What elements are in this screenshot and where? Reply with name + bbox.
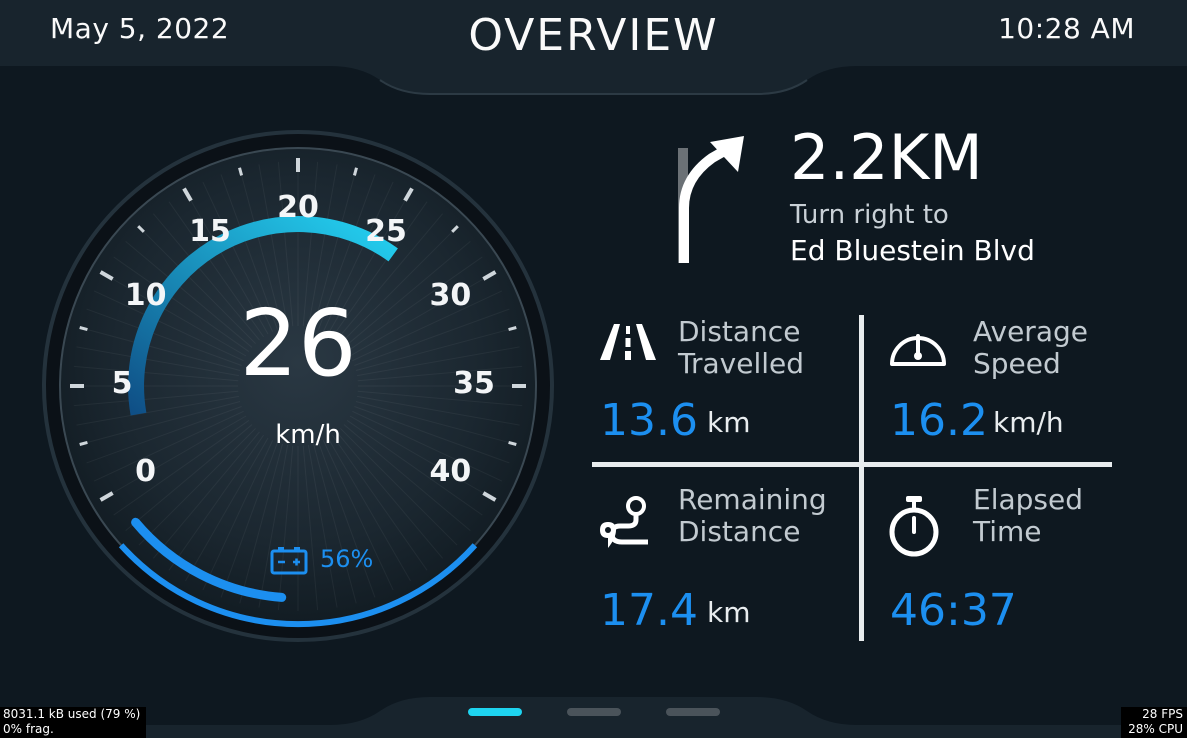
label-line2: Distance <box>678 515 801 548</box>
remaining-distance-value: 17.4 <box>600 585 698 636</box>
gauge-tick-label: 30 <box>429 278 472 313</box>
turn-right-arrow-icon <box>678 136 744 263</box>
route-icon <box>600 496 648 548</box>
gauge-minor-tick <box>238 167 244 176</box>
gauge-tick-label: 0 <box>135 454 157 489</box>
speed-unit: km/h <box>275 420 341 450</box>
gauge-minor-tick <box>508 326 517 332</box>
memory-frag: 0% frag. <box>3 722 54 736</box>
gauge-tick-label: 10 <box>124 278 167 313</box>
gauge-tick-label: 35 <box>453 366 495 401</box>
perf-monitor-memory: 8031.1 kB used (79 %) 0% frag. <box>0 707 146 738</box>
label-line1: Remaining <box>678 483 827 516</box>
speed-value: 26 <box>239 290 357 397</box>
gauge-icon <box>890 334 946 366</box>
nav-instruction: Turn right to <box>790 200 949 230</box>
remaining-distance-unit: km <box>707 596 751 629</box>
label-line1: Elapsed <box>973 483 1083 516</box>
label-line1: Average <box>973 315 1088 348</box>
gauge-tick-label: 15 <box>189 213 231 249</box>
gauge-minor-tick <box>352 167 358 176</box>
page-indicator-1[interactable] <box>468 708 522 716</box>
gauge-tick-label: 25 <box>365 213 407 249</box>
road-icon <box>600 324 656 360</box>
elapsed-time-value: 46:37 <box>890 585 1017 636</box>
gauge-tick-label: 20 <box>277 190 319 225</box>
distance-travelled-value: 13.6 <box>600 395 698 446</box>
average-speed-value: 16.2 <box>890 395 988 446</box>
elapsed-time-label: Elapsed Time <box>973 484 1163 548</box>
stopwatch-icon <box>889 496 939 557</box>
distance-travelled-label: Distance Travelled <box>678 316 868 380</box>
nav-street: Ed Bluestein Blvd <box>790 234 1035 267</box>
remaining-distance-label: Remaining Distance <box>678 484 868 548</box>
label-line2: Speed <box>973 347 1061 380</box>
label-line2: Travelled <box>678 347 805 380</box>
time-label: 10:28 AM <box>998 12 1135 45</box>
perf-monitor-cpu: 28 FPS 28% CPU <box>1121 707 1187 738</box>
page-indicator-2[interactable] <box>567 708 621 716</box>
page-indicator-3[interactable] <box>666 708 720 716</box>
average-speed-label: Average Speed <box>973 316 1163 380</box>
label-line2: Time <box>973 515 1042 548</box>
memory-usage: 8031.1 kB used (79 %) <box>3 707 141 721</box>
gauge-minor-tick <box>79 440 88 446</box>
gauge-minor-tick <box>79 326 88 332</box>
fps-counter: 28 FPS <box>1142 707 1183 721</box>
nav-distance: 2.2KM <box>790 121 983 194</box>
label-line1: Distance <box>678 315 801 348</box>
gauge-tick-label: 40 <box>429 454 472 489</box>
stats-divider-horizontal <box>592 462 1112 467</box>
distance-travelled-unit: km <box>707 406 751 439</box>
gauge-minor-tick <box>508 440 517 446</box>
average-speed-unit: km/h <box>993 406 1064 439</box>
battery-percent: 56% <box>320 545 374 573</box>
cpu-usage: 28% CPU <box>1128 722 1183 736</box>
battery-icon <box>270 547 308 575</box>
gauge-tick-label: 5 <box>111 366 133 401</box>
